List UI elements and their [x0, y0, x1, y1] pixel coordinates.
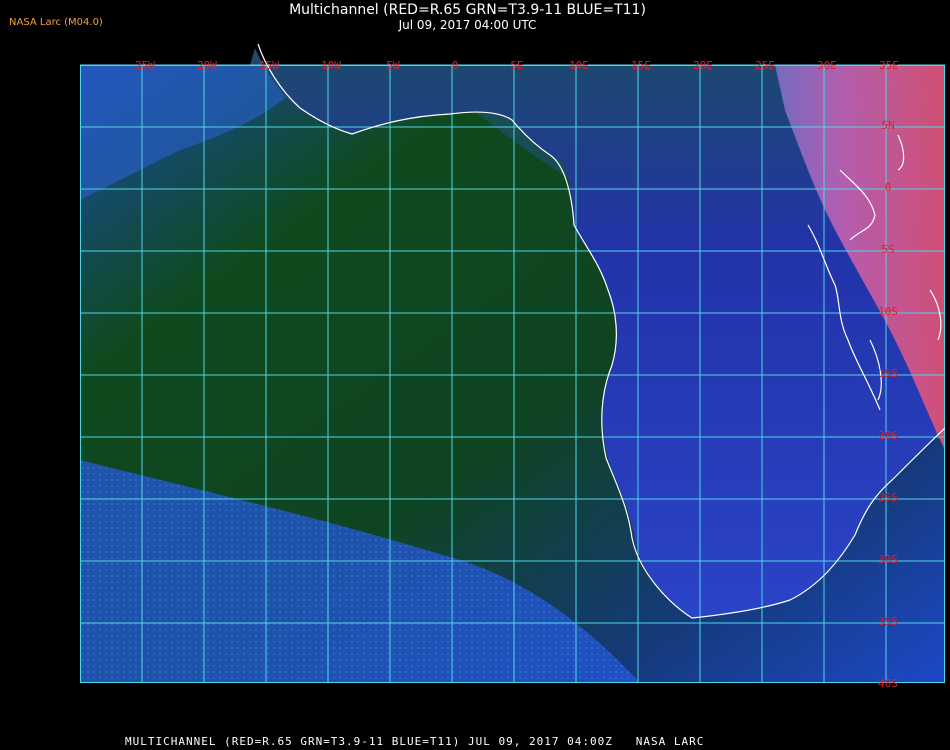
- latitude-label: 30S: [878, 553, 898, 566]
- image-timestamp: Jul 09, 2017 04:00 UTC: [398, 18, 537, 32]
- latitude-label: 35S: [878, 615, 898, 628]
- latitude-label: 10S: [878, 305, 898, 318]
- longitude-label: 10E: [569, 59, 589, 72]
- latitude-label: 0: [885, 181, 892, 194]
- latitude-label: 20S: [878, 429, 898, 442]
- longitude-label: 15E: [631, 59, 651, 72]
- longitude-label: 0: [452, 59, 459, 72]
- latitude-label: 40S: [878, 677, 898, 690]
- longitude-label: 25E: [755, 59, 775, 72]
- latitude-label: 25S: [878, 491, 898, 504]
- longitude-label: 5E: [510, 59, 523, 72]
- longitude-label: 20E: [693, 59, 713, 72]
- latitude-label: 5N: [881, 119, 894, 132]
- longitude-label: 30E: [817, 59, 837, 72]
- image-title: Multichannel (RED=R.65 GRN=T3.9-11 BLUE=…: [289, 2, 646, 18]
- longitude-label: 15W: [259, 59, 279, 72]
- latitude-label: 15S: [878, 367, 898, 380]
- longitude-label: 10W: [321, 59, 341, 72]
- footer-caption: MULTICHANNEL (RED=R.65 GRN=T3.9-11 BLUE=…: [125, 735, 705, 748]
- latitude-label: 5S: [881, 243, 894, 256]
- longitude-label: 25W: [135, 59, 155, 72]
- longitude-label: 20W: [197, 59, 217, 72]
- longitude-label: 5W: [386, 59, 400, 72]
- satellite-map[interactable]: 25W 20W 15W 10W 5W 0 5E 10E 15E 20E 25E 30E 35E 5N 0 5…: [79, 40, 946, 727]
- satellite-map-svg: 25W 20W 15W 10W 5W 0 5E 10E 15E 20E 25E 30E 35E 5N 0 5…: [79, 43, 946, 690]
- longitude-label: 35E: [879, 59, 899, 72]
